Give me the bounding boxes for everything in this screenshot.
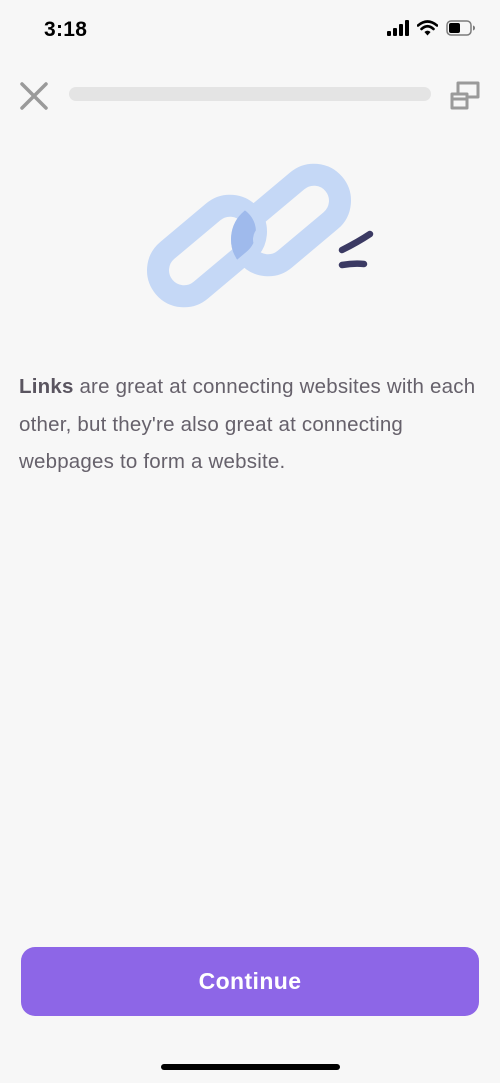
status-icons <box>387 20 476 36</box>
wifi-icon <box>417 20 438 36</box>
motion-mark-long <box>338 230 374 254</box>
chain-link-illustration <box>130 150 380 320</box>
top-bar <box>0 70 500 120</box>
continue-button[interactable]: Continue <box>21 947 479 1016</box>
lesson-text-body: are great at connecting websites with ea… <box>19 375 476 473</box>
lesson-term: Links <box>19 375 74 398</box>
lesson-progress-bar <box>69 87 431 101</box>
switch-view-icon <box>450 81 480 110</box>
signal-icon <box>387 20 409 36</box>
home-indicator <box>161 1064 340 1070</box>
status-bar: 3:18 <box>0 0 500 60</box>
close-icon <box>20 82 48 110</box>
switch-view-button[interactable] <box>448 78 482 112</box>
chain-link-icon <box>147 163 374 308</box>
status-time: 3:18 <box>44 18 88 41</box>
battery-icon <box>446 20 475 36</box>
motion-mark-short <box>338 260 368 269</box>
close-button[interactable] <box>18 80 50 112</box>
lesson-text: Links are great at connecting websites w… <box>19 368 485 481</box>
